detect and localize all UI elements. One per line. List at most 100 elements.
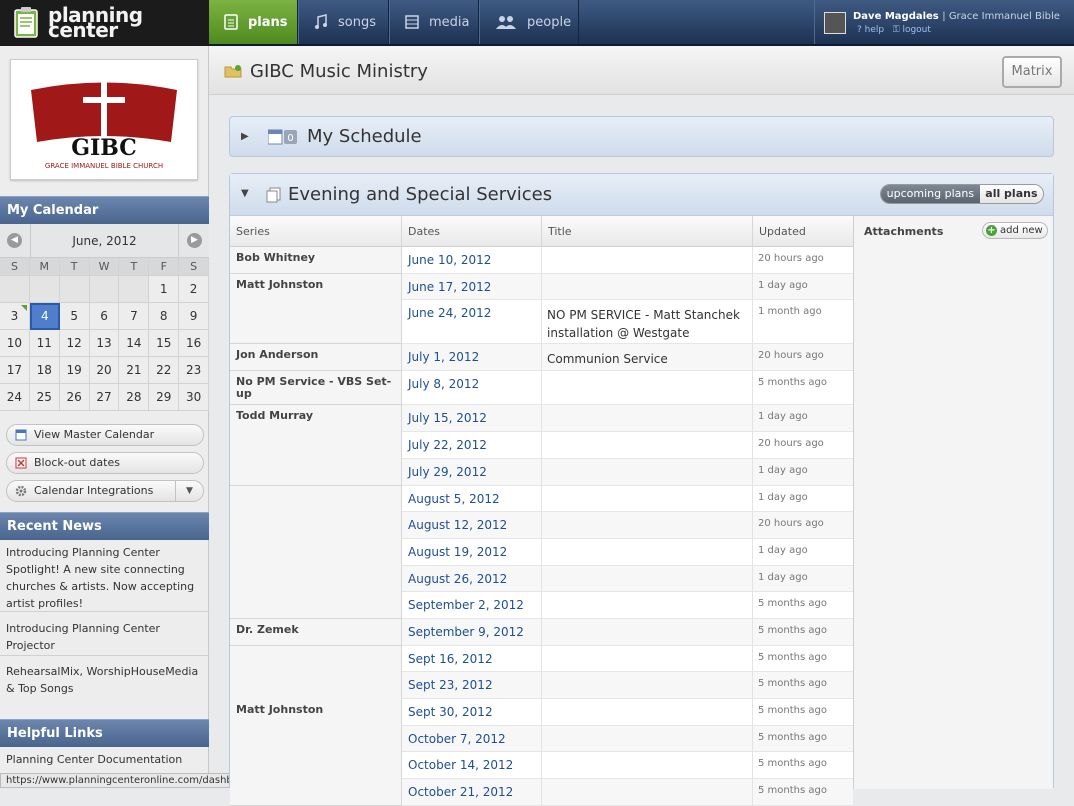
plan-date-link[interactable]: June 10, 2012 [402, 247, 542, 274]
calendar-day[interactable]: 2 [179, 276, 210, 303]
calendar-integrations-button[interactable]: Calendar Integrations ▼ [6, 480, 204, 502]
calendar-day[interactable]: 11 [29, 330, 60, 357]
logout-link[interactable]: logout [902, 25, 930, 35]
plan-updated: 20 hours ago [753, 432, 853, 459]
user-panel: Dave Magdales | Grace Immanuel Bible ? h… [814, 0, 1074, 44]
matrix-button[interactable]: Matrix [1002, 56, 1062, 88]
series-name[interactable]: Jon Anderson [230, 344, 402, 371]
avatar[interactable] [824, 12, 846, 34]
calendar-day[interactable]: 12 [59, 330, 90, 357]
calendar-day[interactable]: 30 [179, 384, 210, 411]
view-master-calendar-button[interactable]: View Master Calendar [6, 424, 204, 446]
tab-songs[interactable]: songs [298, 0, 389, 44]
plan-date-link[interactable]: October 21, 2012 [402, 779, 542, 806]
news-item[interactable]: Introducing Planning Center Spotlight! A… [0, 544, 209, 612]
calendar-day[interactable]: 19 [59, 357, 90, 384]
calendar-day[interactable]: 15 [149, 330, 180, 357]
svg-text:0: 0 [287, 133, 293, 144]
plan-updated: 5 months ago [753, 779, 853, 806]
series-name[interactable]: Todd Murray [230, 405, 402, 486]
plan-date-link[interactable]: July 1, 2012 [402, 344, 542, 371]
upcoming-plans-button[interactable]: upcoming plans [881, 185, 980, 203]
calendar-day[interactable]: 13 [89, 330, 120, 357]
calendar-day[interactable]: 8 [149, 303, 180, 330]
plan-date-link[interactable]: October 7, 2012 [402, 726, 542, 752]
calendar-day[interactable]: 16 [179, 330, 210, 357]
series-name[interactable]: Matt Johnston [230, 699, 402, 806]
plan-date-link[interactable]: July 29, 2012 [402, 459, 542, 486]
plan-date-link[interactable]: July 15, 2012 [402, 405, 542, 432]
calendar-day[interactable]: 29 [149, 384, 180, 411]
series-name[interactable]: Dr. Zemek [230, 619, 402, 646]
plan-date-link[interactable]: June 24, 2012 [402, 300, 542, 344]
plan-date-link[interactable]: June 17, 2012 [402, 274, 542, 300]
calendar-day[interactable]: 7 [119, 303, 150, 330]
calendar-day[interactable]: 1 [149, 276, 180, 303]
calendar-day[interactable]: 24 [0, 384, 30, 411]
column-updated[interactable]: Updated [753, 216, 853, 247]
collapse-arrow-icon[interactable]: ▼ [241, 188, 249, 199]
plan-date-link[interactable]: July 8, 2012 [402, 371, 542, 405]
series-name[interactable]: Bob Whitney [230, 247, 402, 274]
calendar-day[interactable]: 9 [179, 303, 210, 330]
calendar-day[interactable]: 6 [89, 303, 120, 330]
calendar-day[interactable]: 21 [119, 357, 150, 384]
svg-text:GIBC: GIBC [71, 135, 137, 161]
help-link[interactable]: help [865, 25, 884, 35]
folder-icon [224, 64, 242, 78]
calendar-day[interactable]: 5 [59, 303, 90, 330]
block-out-dates-button[interactable]: Block-out dates [6, 452, 204, 474]
plan-date-link[interactable]: August 26, 2012 [402, 566, 542, 592]
calendar-day[interactable]: 20 [89, 357, 120, 384]
plan-date-link[interactable]: Sept 23, 2012 [402, 672, 542, 699]
plan-date-link[interactable]: August 19, 2012 [402, 539, 542, 566]
plan-date-link[interactable]: July 22, 2012 [402, 432, 542, 459]
plan-date-link[interactable]: Sept 30, 2012 [402, 699, 542, 726]
news-item[interactable]: Introducing Planning Center Projector [0, 620, 209, 656]
plan-date-link[interactable]: August 12, 2012 [402, 512, 542, 539]
calendar-day[interactable]: 23 [179, 357, 210, 384]
add-new-button[interactable]: + add new [982, 222, 1048, 239]
plan-date-link[interactable]: October 14, 2012 [402, 752, 542, 779]
plan-title [542, 752, 753, 779]
calendar-day[interactable]: 4 [29, 303, 60, 330]
tab-plans-label: plans [248, 14, 288, 30]
all-plans-button[interactable]: all plans [979, 185, 1043, 203]
calendar-day[interactable]: 22 [149, 357, 180, 384]
tab-media[interactable]: media [389, 0, 479, 44]
calendar-day[interactable]: 18 [29, 357, 60, 384]
expand-arrow-icon[interactable]: ▶ [241, 131, 249, 142]
calendar-day[interactable]: 27 [89, 384, 120, 411]
news-item[interactable]: RehearsalMix, WorshipHouseMedia & Top So… [0, 663, 209, 699]
tab-people[interactable]: people [479, 0, 579, 44]
my-schedule-panel[interactable]: ▶ 0 My Schedule [229, 116, 1054, 157]
calendar-day[interactable]: 10 [0, 330, 30, 357]
plan-date-link[interactable]: August 5, 2012 [402, 486, 542, 512]
calendar-day[interactable]: 17 [0, 357, 30, 384]
series-name[interactable]: No PM Service - VBS Set-up [230, 371, 402, 405]
planning-center-logo[interactable]: planning center [0, 0, 209, 46]
weekday-label: S [0, 258, 30, 276]
plan-date-link[interactable]: Sept 16, 2012 [402, 646, 542, 672]
calendar-day[interactable]: 14 [119, 330, 150, 357]
calendar-day[interactable]: 26 [59, 384, 90, 411]
user-links: ? help ⚿ logout [857, 25, 931, 35]
next-month-icon[interactable]: ▶ [187, 233, 202, 248]
plan-date-link[interactable]: September 2, 2012 [402, 592, 542, 619]
column-dates[interactable]: Dates [402, 216, 542, 247]
column-title[interactable]: Title [542, 216, 753, 247]
plan-title [542, 699, 753, 726]
plan-date-link[interactable]: September 9, 2012 [402, 619, 542, 646]
calendar-day[interactable]: 28 [119, 384, 150, 411]
tab-plans[interactable]: plans [209, 0, 298, 44]
series-group: Todd Murray [230, 405, 402, 486]
column-series[interactable]: Series [230, 216, 402, 247]
chevron-down-icon[interactable]: ▼ [175, 481, 203, 501]
series-name[interactable] [230, 486, 402, 619]
calendar-empty-cell [119, 276, 150, 303]
prev-month-icon[interactable]: ◀ [7, 233, 22, 248]
link-item[interactable]: Planning Center Documentation [0, 751, 209, 771]
calendar-day[interactable]: 3 [0, 303, 30, 330]
calendar-day[interactable]: 25 [29, 384, 60, 411]
series-name[interactable]: Matt Johnston [230, 274, 402, 344]
